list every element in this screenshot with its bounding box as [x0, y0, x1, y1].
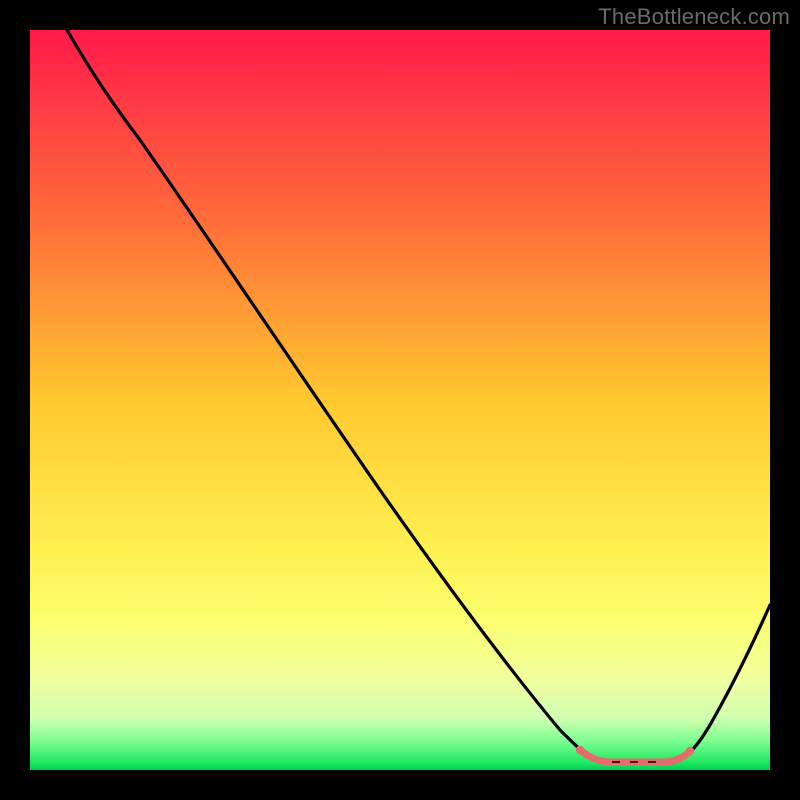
highlight-start-dot: [576, 746, 584, 754]
watermark-text: TheBottleneck.com: [598, 4, 790, 30]
bottleneck-curve-svg: [30, 30, 770, 770]
chart-container: TheBottleneck.com: [0, 0, 800, 800]
highlight-end-dot: [686, 747, 694, 755]
plot-area: [30, 30, 770, 770]
optimal-range-highlight: [580, 750, 690, 762]
bottleneck-curve-path: [67, 30, 770, 762]
